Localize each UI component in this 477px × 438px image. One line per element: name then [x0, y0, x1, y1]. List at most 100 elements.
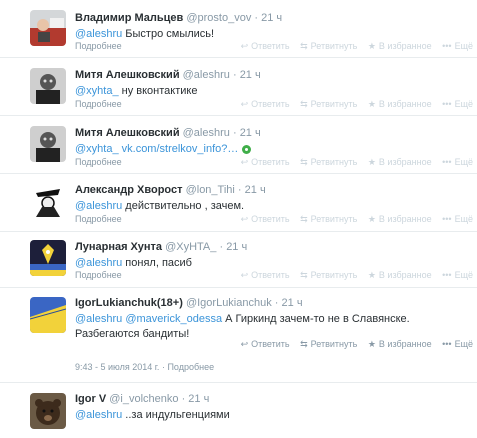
tweet-time-dot: ·	[254, 12, 259, 24]
mention-link[interactable]: @aleshru	[75, 200, 122, 212]
tweet-username[interactable]: @prosto_vov	[186, 12, 251, 24]
avatar[interactable]	[30, 393, 66, 429]
retweet-button[interactable]: ⇆ Ретвитнуть	[300, 270, 357, 280]
tweet-username[interactable]: @i_volchenko	[109, 393, 178, 405]
tweet-username[interactable]: @aleshru	[183, 69, 230, 81]
tweet-fullname[interactable]: IgorLukianchuk(18+)	[75, 297, 183, 309]
tweet-time[interactable]: 21 ч	[240, 127, 261, 139]
url-link[interactable]: vk.com/strelkov_info?…	[119, 143, 239, 155]
tweet-time[interactable]: 21 ч	[188, 393, 209, 405]
tweet-item[interactable]: Владимир Мальцев @prosto_vov · 21 ч @ale…	[0, 0, 477, 58]
more-button[interactable]: ••• Ещё	[442, 214, 473, 224]
details-link[interactable]: Подробнее	[75, 214, 122, 224]
reply-button[interactable]: ↩ Ответить	[241, 41, 290, 51]
favorite-button[interactable]: ★ В избранное	[368, 339, 432, 349]
mention-link[interactable]: @xyhta_	[75, 143, 119, 155]
reply-button[interactable]: ↩ Ответить	[241, 157, 290, 167]
dots-icon: •••	[442, 99, 452, 109]
mention-link[interactable]: @xyhta_	[75, 85, 119, 97]
retweet-button[interactable]: ⇆ Ретвитнуть	[300, 339, 357, 349]
tweet-time-dot: ·	[274, 297, 279, 309]
reply-button[interactable]: ↩ Ответить	[241, 99, 290, 109]
tweet-body: А Гиркинд зачем-то не в Славянске.	[222, 313, 410, 325]
retweet-button[interactable]: ⇆ Ретвитнуть	[300, 99, 357, 109]
reply-icon: ↩	[240, 214, 249, 224]
tweet-username[interactable]: @aleshru	[183, 127, 230, 139]
mention-link[interactable]: @maverick_odessa	[125, 313, 222, 325]
favorite-button[interactable]: ★ В избранное	[368, 99, 432, 109]
details-link[interactable]: Подробнее	[75, 157, 122, 167]
retweet-icon: ⇆	[300, 339, 308, 349]
details-link[interactable]: Подробнее	[75, 270, 122, 280]
details-link[interactable]: Подробнее	[75, 41, 122, 51]
favorite-button[interactable]: ★ В избранное	[368, 157, 432, 167]
tweet-username[interactable]: @IgorLukianchuk	[186, 297, 272, 309]
tweet-meta: 9:43 - 5 июля 2014 г. · Подробнее	[75, 362, 214, 372]
tweet-time[interactable]: 21 ч	[261, 12, 282, 24]
more-button[interactable]: ••• Ещё	[442, 99, 473, 109]
reply-icon: ↩	[240, 41, 249, 51]
reply-button[interactable]: ↩ Ответить	[241, 339, 290, 349]
mention-link[interactable]: @aleshru	[75, 409, 122, 421]
reply-button[interactable]: ↩ Ответить	[241, 270, 290, 280]
mention-link[interactable]: @aleshru	[75, 313, 122, 325]
tweet-time[interactable]: 21 ч	[245, 184, 266, 196]
tweet-item[interactable]: Митя Алешковский @aleshru · 21 ч @xyhta_…	[0, 58, 477, 116]
tweet-fullname[interactable]: Александр Хворост	[75, 184, 183, 196]
details-link[interactable]: Подробнее	[75, 99, 122, 109]
avatar[interactable]	[30, 68, 66, 104]
tweet-item[interactable]: IgorLukianchuk(18+) @IgorLukianchuk · 21…	[0, 288, 477, 383]
avatar[interactable]	[30, 240, 66, 276]
more-button[interactable]: ••• Ещё	[442, 157, 473, 167]
favorite-button[interactable]: ★ В избранное	[368, 270, 432, 280]
details-link[interactable]: Подробнее	[167, 362, 214, 372]
more-button[interactable]: ••• Ещё	[442, 41, 473, 51]
more-button[interactable]: ••• Ещё	[442, 339, 473, 349]
tweet-body: понял, пасиб	[122, 257, 192, 269]
tweet-time-dot: ·	[219, 241, 224, 253]
reply-icon: ↩	[240, 339, 249, 349]
reply-button[interactable]: ↩ Ответить	[241, 214, 290, 224]
avatar[interactable]	[30, 126, 66, 162]
tweet-time-dot: ·	[237, 184, 242, 196]
star-icon: ★	[367, 41, 376, 51]
retweet-button[interactable]: ⇆ Ретвитнуть	[300, 214, 357, 224]
star-icon: ★	[367, 339, 376, 349]
tweet-fullname[interactable]: Igor V	[75, 393, 106, 405]
favorite-button[interactable]: ★ В избранное	[368, 41, 432, 51]
retweet-icon: ⇆	[300, 41, 308, 51]
avatar[interactable]	[30, 297, 66, 333]
tweet-item[interactable]: Митя Алешковский @aleshru · 21 ч @xyhta_…	[0, 116, 477, 174]
avatar[interactable]	[30, 10, 66, 46]
tweet-body: Быстро смылись!	[122, 28, 215, 40]
tweet-item[interactable]: Александр Хворост @lon_Tihi · 21 ч @ales…	[0, 174, 477, 232]
tweet-text: @aleshru ..за индульгенциями	[75, 408, 473, 423]
tweet-fullname[interactable]: Митя Алешковский	[75, 127, 180, 139]
dots-icon: •••	[442, 157, 452, 167]
tweet-fullname[interactable]: Владимир Мальцев	[75, 12, 183, 24]
external-link-icon[interactable]	[242, 144, 252, 154]
tweet-time[interactable]: 21 ч	[240, 69, 261, 81]
tweet-item[interactable]: Igor V @i_volchenko · 21 ч @aleshru ..за…	[0, 383, 477, 438]
tweet-time[interactable]: 21 ч	[282, 297, 303, 309]
reply-icon: ↩	[240, 157, 249, 167]
dots-icon: •••	[442, 41, 452, 51]
retweet-button[interactable]: ⇆ Ретвитнуть	[300, 41, 357, 51]
avatar[interactable]	[30, 183, 66, 219]
tweet-username[interactable]: @lon_Tihi	[186, 184, 235, 196]
tweet-body: ..за индульгенциями	[122, 409, 230, 421]
tweet-fullname[interactable]: Лунарная Хунта	[75, 241, 162, 253]
tweet-time[interactable]: 21 ч	[226, 241, 247, 253]
favorite-button[interactable]: ★ В избранное	[368, 214, 432, 224]
tweet-timestamp[interactable]: 9:43 - 5 июля 2014 г.	[75, 362, 159, 372]
tweet-text: @aleshru действительно , зачем.	[75, 199, 473, 214]
tweet-item[interactable]: Лунарная Хунта @XyHTA_ · 21 ч @aleshru п…	[0, 232, 477, 288]
tweet-username[interactable]: @XyHTA_	[165, 241, 216, 253]
dots-icon: •••	[442, 339, 452, 349]
retweet-button[interactable]: ⇆ Ретвитнуть	[300, 157, 357, 167]
mention-link[interactable]: @aleshru	[75, 257, 122, 269]
mention-link[interactable]: @aleshru	[75, 28, 122, 40]
tweet-fullname[interactable]: Митя Алешковский	[75, 69, 180, 81]
tweet-text: @xyhta_ ну вконтактике	[75, 84, 473, 99]
more-button[interactable]: ••• Ещё	[442, 270, 473, 280]
